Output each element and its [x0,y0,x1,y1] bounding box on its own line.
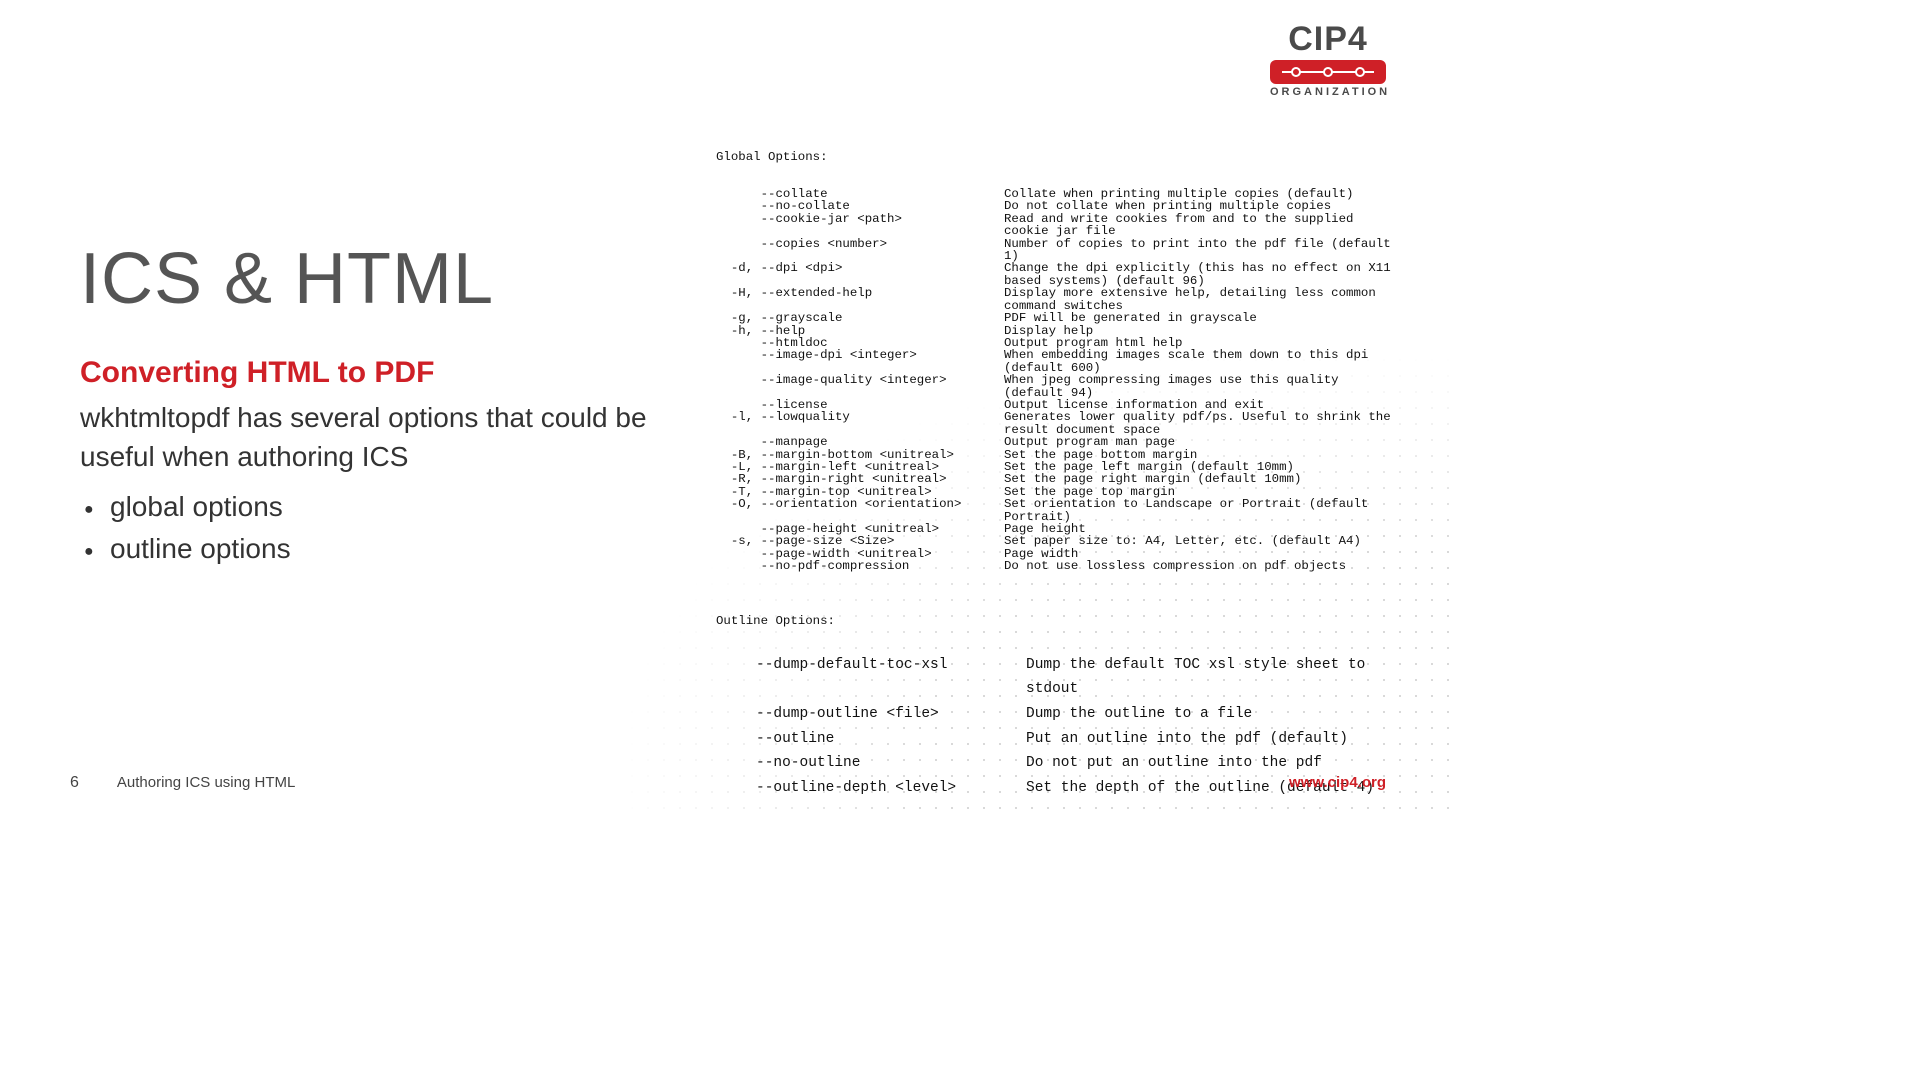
option-row: --no-pdf-compressionDo not use lossless … [716,560,1396,572]
option-description: PDF will be generated in grayscale [1004,312,1396,324]
option-description: Number of copies to print into the pdf f… [1004,238,1396,263]
option-row: -l, --lowqualityGenerates lower quality … [716,411,1396,436]
options-text-block: Global Options: --collateCollate when pr… [716,126,1396,813]
cip4-logo: CIP4 ORGANIZATION [1270,22,1386,98]
page-title: ICS & HTML [80,238,700,320]
option-row: --copies <number>Number of copies to pri… [716,238,1396,263]
option-switch: -O, --orientation <orientation> [716,498,1004,523]
option-description: Dump the default TOC xsl style sheet to … [1016,653,1396,702]
logo-text-top: CIP4 [1270,22,1386,56]
bullet-list: global options outline options [80,486,700,570]
option-row: --no-collateDo not collate when printing… [716,200,1396,212]
option-row: -g, --grayscalePDF will be generated in … [716,312,1396,324]
option-description: Set the page right margin (default 10mm) [1004,473,1396,485]
option-switch: --dump-default-toc-xsl [716,653,1016,702]
option-row: --dump-default-toc-xslDump the default T… [716,653,1396,702]
option-switch: -d, --dpi <dpi> [716,262,1004,287]
option-description: Change the dpi explicitly (this has no e… [1004,262,1396,287]
option-description: Do not put an outline into the pdf [1016,751,1396,776]
option-switch: --outline [716,727,1016,752]
option-description: Generates lower quality pdf/ps. Useful t… [1004,411,1396,436]
logo-bar-icon [1270,60,1386,84]
option-row: -H, --extended-helpDisplay more extensiv… [716,287,1396,312]
global-options-header: Global Options: [716,151,1396,163]
option-switch: -H, --extended-help [716,287,1004,312]
slide-body-left: ICS & HTML Converting HTML to PDF wkhtml… [80,238,700,570]
list-item: outline options [110,528,700,570]
option-switch: -g, --grayscale [716,312,1004,324]
option-switch: -s, --page-size <Size> [716,535,1004,547]
option-switch: --no-pdf-compression [716,560,1004,572]
option-row: -R, --margin-right <unitreal>Set the pag… [716,473,1396,485]
option-row: --dump-outline <file>Dump the outline to… [716,702,1396,727]
option-description: When embedding images scale them down to… [1004,349,1396,374]
option-description: Output program man page [1004,436,1396,448]
option-row: --no-outlineDo not put an outline into t… [716,751,1396,776]
option-description: When jpeg compressing images use this qu… [1004,374,1396,399]
option-description: Do not collate when printing multiple co… [1004,200,1396,212]
option-switch: --image-quality <integer> [716,374,1004,399]
option-row: --outlinePut an outline into the pdf (de… [716,727,1396,752]
option-row: -d, --dpi <dpi>Change the dpi explicitly… [716,262,1396,287]
footer-url: www.cip4.org [1289,774,1386,791]
page-number: 6 [70,774,79,792]
option-description: Set orientation to Landscape or Portrait… [1004,498,1396,523]
option-row: --cookie-jar <path>Read and write cookie… [716,213,1396,238]
option-description: Display more extensive help, detailing l… [1004,287,1396,312]
option-description: Read and write cookies from and to the s… [1004,213,1396,238]
option-row: --manpageOutput program man page [716,436,1396,448]
option-description: Dump the outline to a file [1016,702,1396,727]
option-row: -O, --orientation <orientation>Set orien… [716,498,1396,523]
option-row: --image-quality <integer>When jpeg compr… [716,374,1396,399]
option-row: --image-dpi <integer>When embedding imag… [716,349,1396,374]
option-switch: --no-collate [716,200,1004,212]
slide-footer: 6 Authoring ICS using HTML www.cip4.org [0,774,1456,792]
option-switch: --manpage [716,436,1004,448]
logo-text-bottom: ORGANIZATION [1270,86,1386,98]
footer-title: Authoring ICS using HTML [117,774,295,791]
option-switch: --no-outline [716,751,1016,776]
option-row: -s, --page-size <Size>Set paper size to:… [716,535,1396,547]
option-switch: --image-dpi <integer> [716,349,1004,374]
list-item: global options [110,486,700,528]
option-switch: --cookie-jar <path> [716,213,1004,238]
option-switch: -l, --lowquality [716,411,1004,436]
option-switch: --dump-outline <file> [716,702,1016,727]
page-description: wkhtmltopdf has several options that cou… [80,398,700,476]
option-switch: --copies <number> [716,238,1004,263]
option-description: Put an outline into the pdf (default) [1016,727,1396,752]
outline-options-header: Outline Options: [716,615,1396,627]
option-switch: -R, --margin-right <unitreal> [716,473,1004,485]
page-subtitle: Converting HTML to PDF [80,356,700,390]
option-description: Do not use lossless compression on pdf o… [1004,560,1396,572]
option-description: Set paper size to: A4, Letter, etc. (def… [1004,535,1396,547]
